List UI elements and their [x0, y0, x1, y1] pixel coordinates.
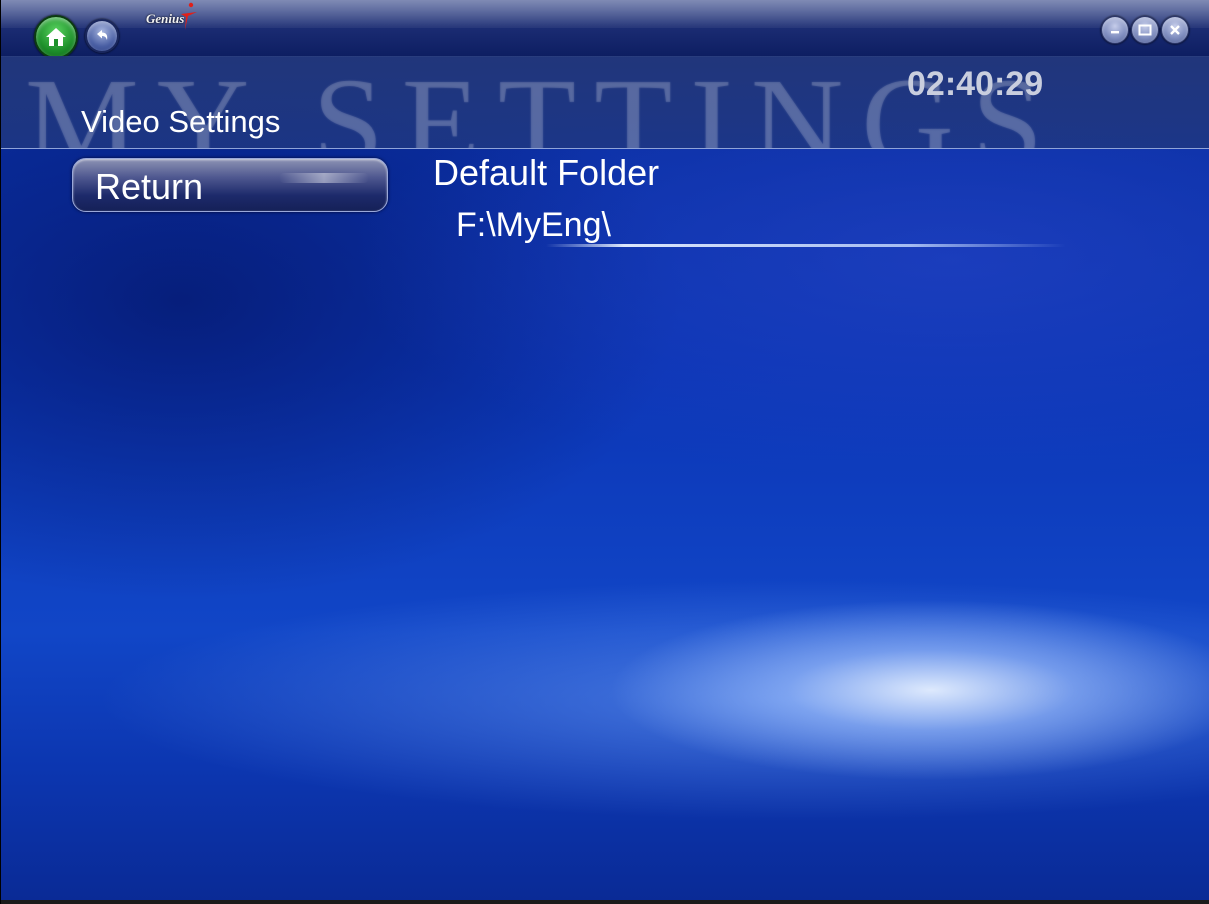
close-icon [1170, 25, 1180, 35]
default-folder-value[interactable]: F:\MyEng\ [456, 206, 611, 245]
maximize-icon [1138, 24, 1152, 36]
minimize-icon [1111, 31, 1119, 34]
page-title: Video Settings [81, 104, 281, 139]
back-button[interactable] [85, 19, 119, 53]
maximize-button[interactable] [1131, 16, 1159, 44]
clock: 02:40:29 [907, 65, 1044, 103]
default-folder-underline [546, 244, 1066, 247]
minimize-button[interactable] [1101, 16, 1129, 44]
brand-logo-mark [181, 2, 197, 30]
home-button[interactable] [34, 15, 78, 59]
return-button-label: Return [95, 166, 204, 207]
close-button[interactable] [1161, 16, 1189, 44]
return-button-shine [279, 173, 369, 183]
return-button[interactable]: Return [72, 158, 388, 212]
bottom-border [1, 900, 1209, 904]
back-arrow-icon [97, 30, 108, 40]
app-window: Genius MY SETTINGS 02:40:29 Video Settin… [0, 0, 1209, 904]
default-folder-label: Default Folder [433, 152, 660, 193]
home-icon [46, 28, 66, 46]
title-bar: Genius [1, 0, 1209, 59]
